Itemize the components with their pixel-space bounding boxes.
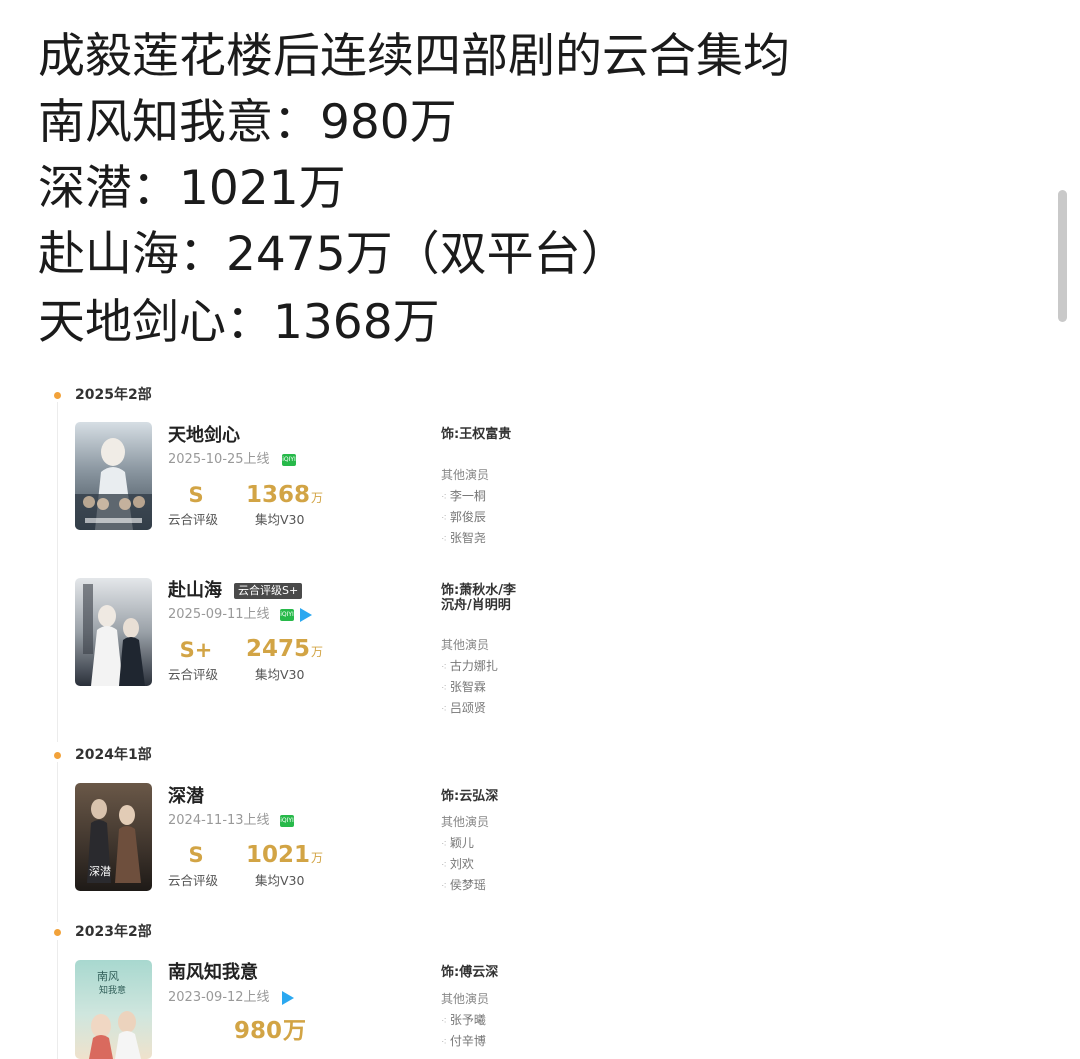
other-actors-label: 其他演员 — [441, 992, 490, 1006]
cast-item[interactable]: ⁖ 张智尧 — [441, 530, 486, 548]
svg-text:知我意: 知我意 — [99, 984, 126, 996]
headline-line-1: 成毅莲花楼后连续四部剧的云合集均 — [38, 29, 790, 84]
timeline-dot — [54, 392, 61, 399]
headline-line-4: 赴山海：2475万（双平台） — [38, 227, 628, 282]
person-icon: ⁖ — [441, 683, 447, 694]
timeline-connector — [57, 940, 58, 1059]
release-date: 2025-09-11上线 — [168, 607, 270, 622]
headline-line-3: 深潜：1021万 — [38, 161, 346, 216]
grade-value: S — [188, 843, 204, 867]
heat-value: 2475万 — [246, 636, 324, 662]
person-icon: ⁖ — [441, 1037, 447, 1048]
year-label: 2024年1部 — [75, 747, 152, 763]
person-icon: ⁖ — [441, 704, 447, 715]
show-title[interactable]: 赴山海 — [168, 580, 222, 602]
poster-image[interactable]: 南风 知我意 — [75, 960, 152, 1059]
heat-caption: 集均V30 — [255, 873, 305, 888]
cast-item[interactable]: ⁖ 刘欢 — [441, 856, 474, 874]
headline-line-2: 南风知我意：980万 — [38, 95, 457, 150]
cast-item[interactable]: ⁖ 郭俊辰 — [441, 509, 486, 527]
heat-caption: 集均V30 — [255, 667, 305, 682]
headline-line-5: 天地剑心：1368万 — [38, 295, 440, 350]
role-name: 饰:王权富贵 — [441, 427, 512, 442]
other-actors-label: 其他演员 — [441, 815, 490, 829]
scrollbar-thumb[interactable] — [1058, 190, 1067, 322]
cast-item[interactable]: ⁖ 付辛博 — [441, 1033, 486, 1051]
timeline-connector — [57, 402, 58, 742]
iqiyi-icon: iQIYI — [282, 454, 296, 466]
show-title[interactable]: 天地剑心 — [168, 425, 240, 447]
person-icon: ⁖ — [441, 492, 447, 503]
rating-badge: 云合评级S+ — [234, 583, 303, 599]
release-date: 2025-10-25上线 — [168, 452, 270, 467]
release-date: 2023-09-12上线 — [168, 990, 270, 1005]
other-actors-label: 其他演员 — [441, 638, 490, 652]
person-icon: ⁖ — [441, 881, 447, 892]
show-title[interactable]: 深潜 — [168, 786, 204, 808]
cast-item[interactable]: ⁖ 吕颂贤 — [441, 700, 486, 718]
cast-item[interactable]: ⁖ 侯梦瑶 — [441, 877, 486, 895]
heat-unit: 万 — [311, 491, 324, 505]
grade-caption: 云合评级 — [168, 512, 219, 527]
timeline-dot — [54, 752, 61, 759]
person-icon: ⁖ — [441, 534, 447, 545]
role-name: 饰:傅云深 — [441, 965, 499, 980]
svg-text:南风: 南风 — [97, 970, 119, 983]
role-name: 饰:云弘深 — [441, 789, 499, 804]
heat-value: 980万 — [234, 1018, 307, 1044]
person-icon: ⁖ — [441, 860, 447, 871]
svg-text:深潜: 深潜 — [89, 864, 111, 878]
heat-value: 1021万 — [246, 842, 324, 868]
role-name: 饰:萧秋水/李沉舟/肖明明 — [441, 583, 516, 613]
person-icon: ⁖ — [441, 513, 447, 524]
show-title[interactable]: 南风知我意 — [168, 962, 258, 984]
heat-value: 1368万 — [246, 482, 324, 508]
grade-value: S+ — [179, 638, 213, 662]
person-icon: ⁖ — [441, 662, 447, 673]
person-icon: ⁖ — [441, 1016, 447, 1027]
heat-unit: 万 — [311, 645, 324, 659]
year-label: 2025年2部 — [75, 387, 152, 403]
poster-image[interactable] — [75, 422, 152, 530]
heat-unit: 万 — [311, 851, 324, 865]
grade-caption: 云合评级 — [168, 667, 219, 682]
cast-item[interactable]: ⁖ 古力娜扎 — [441, 658, 498, 676]
iqiyi-icon: iQIYI — [280, 815, 294, 827]
cast-item[interactable]: ⁖ 李一桐 — [441, 488, 486, 506]
play-icon — [282, 991, 294, 1005]
year-label: 2023年2部 — [75, 924, 152, 940]
grade-value: S — [188, 483, 204, 507]
poster-image[interactable]: 深潜 — [75, 783, 152, 891]
timeline-connector — [57, 762, 58, 922]
cast-item[interactable]: ⁖ 张予曦 — [441, 1012, 486, 1030]
person-icon: ⁖ — [441, 839, 447, 850]
other-actors-label: 其他演员 — [441, 468, 490, 482]
heat-caption: 集均V30 — [255, 512, 305, 527]
timeline-dot — [54, 929, 61, 936]
poster-image[interactable] — [75, 578, 152, 686]
grade-caption: 云合评级 — [168, 873, 219, 888]
release-date: 2024-11-13上线 — [168, 813, 270, 828]
cast-item[interactable]: ⁖ 颖儿 — [441, 835, 474, 853]
cast-item[interactable]: ⁖ 张智霖 — [441, 679, 486, 697]
play-icon — [300, 608, 312, 622]
iqiyi-icon: iQIYI — [280, 609, 294, 621]
heat-unit: 万 — [283, 1018, 307, 1044]
